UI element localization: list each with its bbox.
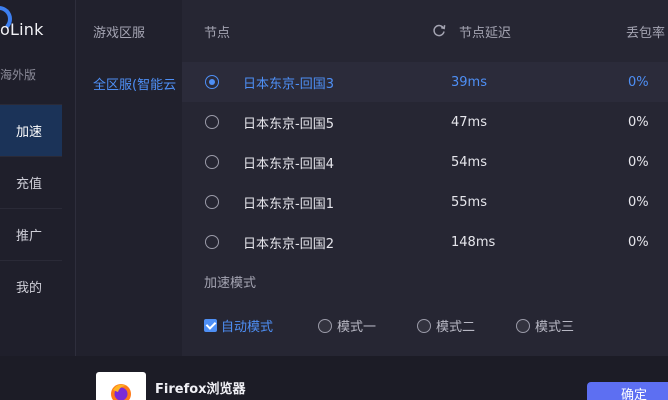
radio-icon: [516, 318, 530, 333]
confirm-button[interactable]: 确定: [587, 382, 668, 400]
node-name: 日本东京-回国1: [243, 196, 334, 212]
app-name: oLink: [0, 20, 44, 39]
radio-icon: [318, 318, 332, 333]
node-loss: 0%: [628, 154, 649, 170]
node-name: 日本东京-回国2: [243, 236, 334, 252]
node-row[interactable]: 日本东京-回国3 39ms 0%: [182, 62, 668, 102]
nav-item-accelerate[interactable]: 加速: [0, 104, 62, 156]
node-radio[interactable]: [205, 235, 219, 249]
region-column: 游戏区服 全区服(智能云: [76, 0, 182, 356]
nav-item-recharge[interactable]: 充值: [0, 156, 62, 208]
nav-item-label: 充值: [16, 177, 43, 192]
nav-item-label: 推广: [16, 229, 43, 244]
nav-item-label: 我的: [16, 281, 43, 296]
mode-two-radio[interactable]: 模式二: [417, 316, 475, 335]
node-header: 节点: [204, 26, 231, 41]
region-header: 游戏区服: [93, 26, 146, 41]
bottom-strip: Firefox浏览器: [0, 356, 668, 400]
region-item-selected[interactable]: 全区服(智能云: [93, 74, 182, 93]
node-panel: 节点 节点延迟 丢包率 日本东京-回国3 39ms 0% 日本东京-回国5 47…: [182, 0, 668, 356]
browser-icon-box: [96, 372, 146, 400]
mode-one-radio[interactable]: 模式一: [318, 316, 376, 335]
node-latency: 54ms: [451, 154, 487, 170]
mode-option-label: 模式二: [436, 320, 476, 335]
left-nav: oLink 海外版 加速 充值 推广 我的: [0, 0, 76, 356]
node-loss: 0%: [628, 194, 649, 210]
node-name: 日本东京-回国3: [243, 76, 334, 92]
refresh-icon[interactable]: [432, 24, 446, 38]
latency-header: 节点延迟: [459, 26, 512, 41]
mode-option-label: 模式三: [535, 320, 575, 335]
node-row[interactable]: 日本东京-回国2 148ms 0%: [182, 222, 668, 262]
node-radio[interactable]: [205, 75, 219, 89]
mode-auto-checkbox[interactable]: 自动模式: [204, 316, 273, 335]
node-latency: 148ms: [451, 234, 496, 250]
checkbox-checked-icon: [204, 319, 217, 332]
mode-option-label: 模式一: [337, 320, 377, 335]
node-radio[interactable]: [205, 195, 219, 209]
node-latency: 55ms: [451, 194, 487, 210]
node-loss: 0%: [628, 74, 649, 90]
node-row[interactable]: 日本东京-回国4 54ms 0%: [182, 142, 668, 182]
node-latency: 47ms: [451, 114, 487, 130]
mode-option-label: 自动模式: [221, 320, 274, 335]
node-latency: 39ms: [451, 74, 487, 90]
node-radio[interactable]: [205, 115, 219, 129]
browser-title: Firefox浏览器: [155, 382, 246, 397]
app-edition: 海外版: [0, 68, 37, 82]
mode-label: 加速模式: [204, 276, 257, 291]
node-row[interactable]: 日本东京-回国1 55ms 0%: [182, 182, 668, 222]
node-loss: 0%: [628, 234, 649, 250]
nav-item-promote[interactable]: 推广: [0, 208, 62, 260]
node-row[interactable]: 日本东京-回国5 47ms 0%: [182, 102, 668, 142]
node-name: 日本东京-回国5: [243, 116, 334, 132]
nav-item-label: 加速: [16, 125, 43, 140]
nav-item-mine[interactable]: 我的: [0, 260, 62, 312]
node-name: 日本东京-回国4: [243, 156, 334, 172]
node-radio[interactable]: [205, 155, 219, 169]
firefox-icon: [111, 384, 131, 400]
radio-icon: [417, 318, 431, 333]
mode-three-radio[interactable]: 模式三: [516, 316, 574, 335]
loss-header: 丢包率: [626, 26, 666, 41]
node-loss: 0%: [628, 114, 649, 130]
